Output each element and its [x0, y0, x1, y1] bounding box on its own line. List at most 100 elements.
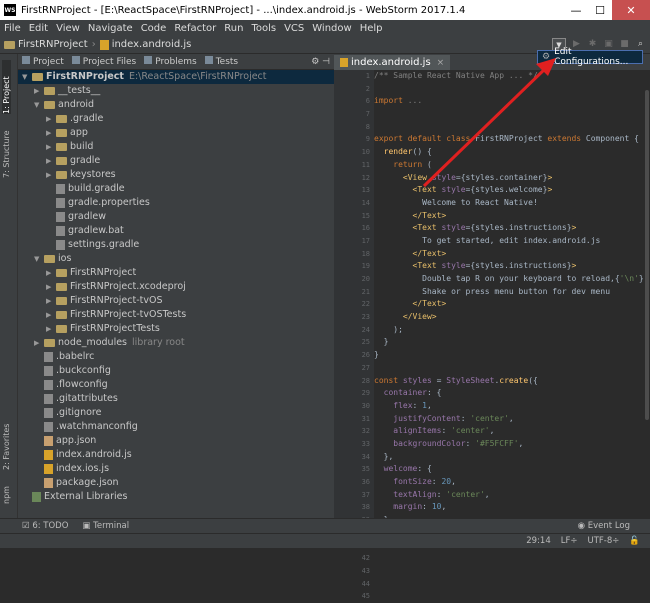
menu-edit[interactable]: Edit [29, 23, 48, 34]
close-tab-icon[interactable]: × [437, 58, 445, 68]
menu-run[interactable]: Run [224, 23, 243, 34]
chevron-down-icon[interactable]: ▼ [34, 252, 44, 266]
menu-navigate[interactable]: Navigate [88, 23, 133, 34]
tree-item-label: settings.gradle [68, 239, 140, 250]
chevron-right-icon[interactable]: ▶ [46, 266, 56, 280]
tree-item[interactable]: gradle.properties [18, 196, 334, 210]
chevron-right-icon[interactable]: ▶ [46, 168, 56, 182]
chevron-down-icon[interactable]: ▼ [22, 70, 32, 84]
tree-item[interactable]: build.gradle [18, 182, 334, 196]
line-number: 22 [361, 300, 370, 309]
menu-help[interactable]: Help [360, 23, 383, 34]
close-button[interactable]: ✕ [612, 0, 650, 20]
tree-item[interactable]: ▶ build [18, 140, 334, 154]
line-number: 16 [361, 224, 370, 233]
tab-structure-tool[interactable]: 7: Structure [2, 124, 11, 178]
tree-item[interactable]: app.json [18, 434, 334, 448]
chevron-right-icon[interactable]: ▶ [46, 126, 56, 140]
tab-npm-tool[interactable]: npm [2, 482, 11, 504]
code-editor[interactable]: /** Sample React Native App ... */ impor… [374, 70, 644, 518]
menu-vcs[interactable]: VCS [284, 23, 304, 34]
menu-tools[interactable]: Tools [251, 23, 276, 34]
tree-item[interactable]: gradlew.bat [18, 224, 334, 238]
tree-item[interactable]: ▶ FirstRNProject [18, 266, 334, 280]
event-log-button[interactable]: ◉ Event Log [578, 521, 630, 531]
editor-tab-index-android[interactable]: index.android.js × [334, 55, 451, 70]
line-number: 45 [361, 592, 370, 601]
minimize-button[interactable]: — [564, 0, 588, 20]
tree-item[interactable]: .buckconfig [18, 364, 334, 378]
menu-code[interactable]: Code [141, 23, 167, 34]
tree-item[interactable]: External Libraries [18, 490, 334, 504]
menu-window[interactable]: Window [312, 23, 351, 34]
chevron-right-icon[interactable]: ▶ [46, 294, 56, 308]
tab-problems[interactable]: Problems [144, 56, 197, 67]
chevron-right-icon[interactable]: ▶ [46, 154, 56, 168]
tree-item[interactable]: ▶ FirstRNProject.xcodeproj [18, 280, 334, 294]
tree-item[interactable]: .gitignore [18, 406, 334, 420]
tree-item[interactable]: ▼ android [18, 98, 334, 112]
tab-project[interactable]: Project [22, 56, 64, 67]
line-number: 17 [361, 236, 370, 245]
chevron-right-icon[interactable]: ▶ [34, 336, 44, 350]
tree-item[interactable]: .gitattributes [18, 392, 334, 406]
breadcrumb-file[interactable]: index.android.js [112, 39, 192, 50]
tree-item[interactable]: ▼ FirstRNProject E:\ReactSpace\FirstRNProj… [18, 70, 334, 84]
line-number: 11 [361, 160, 370, 169]
tree-item[interactable]: .watchmanconfig [18, 420, 334, 434]
settings-gear-icon[interactable]: ⚙ ⊣ [311, 57, 330, 67]
tree-item[interactable]: .babelrc [18, 350, 334, 364]
chevron-right-icon[interactable]: ▶ [46, 308, 56, 322]
line-separator[interactable]: LF÷ [561, 536, 578, 546]
edit-configurations-menu-item[interactable]: ⚙ Edit Configurations... [537, 47, 643, 67]
tab-project-files[interactable]: Project Files [71, 56, 136, 67]
chevron-down-icon[interactable]: ▼ [34, 98, 44, 112]
tree-item[interactable]: ▶ gradle [18, 154, 334, 168]
chevron-right-icon[interactable]: ▶ [46, 322, 56, 336]
chevron-right-icon[interactable]: ▶ [46, 140, 56, 154]
file-encoding[interactable]: UTF-8÷ [588, 536, 620, 546]
menu-refactor[interactable]: Refactor [174, 23, 216, 34]
line-number: 33 [361, 439, 370, 448]
tree-item[interactable]: package.json [18, 476, 334, 490]
tree-item[interactable]: ▶ app [18, 126, 334, 140]
tree-item[interactable]: ▶ node_modules library root [18, 336, 334, 350]
tree-item[interactable]: ▶ FirstRNProject-tvOSTests [18, 308, 334, 322]
menu-file[interactable]: File [4, 23, 21, 34]
chevron-right-icon[interactable]: ▶ [34, 84, 44, 98]
breadcrumb-project[interactable]: FirstRNProject [18, 39, 88, 50]
maximize-button[interactable]: ☐ [588, 0, 612, 20]
folder-icon [56, 310, 67, 319]
file-icon [32, 491, 41, 502]
folder-icon [56, 268, 67, 277]
tree-item[interactable]: gradlew [18, 210, 334, 224]
terminal-tool-button[interactable]: ▣ Terminal [82, 521, 129, 531]
tree-item[interactable]: index.android.js [18, 448, 334, 462]
editor-scrollbar[interactable] [644, 70, 650, 518]
menu-view[interactable]: View [56, 23, 80, 34]
line-number: 23 [361, 313, 370, 322]
tree-item[interactable]: ▶ .gradle [18, 112, 334, 126]
tree-item-label: __tests__ [58, 85, 101, 96]
folder-icon [56, 142, 67, 151]
project-tree: ▼ FirstRNProject E:\ReactSpace\FirstRNProj… [18, 70, 334, 518]
chevron-right-icon[interactable]: ▶ [46, 112, 56, 126]
caret-position[interactable]: 29:14 [526, 536, 551, 546]
chevron-right-icon[interactable]: ▶ [46, 280, 56, 294]
tree-item[interactable]: ▶ keystores [18, 168, 334, 182]
tab-tests[interactable]: Tests [204, 56, 238, 67]
tab-favorites-tool[interactable]: 2: Favorites [2, 414, 11, 470]
tree-item-label: keystores [70, 169, 116, 180]
tree-item[interactable]: index.ios.js [18, 462, 334, 476]
lock-icon[interactable]: 🔓 [629, 536, 640, 546]
tree-item[interactable]: ▶ FirstRNProject-tvOS [18, 294, 334, 308]
scrollbar-thumb[interactable] [645, 90, 649, 420]
tree-item[interactable]: .flowconfig [18, 378, 334, 392]
tree-item[interactable]: ▼ ios [18, 252, 334, 266]
tree-item-label: FirstRNProject [70, 267, 137, 278]
tree-item[interactable]: ▶ __tests__ [18, 84, 334, 98]
tree-item[interactable]: settings.gradle [18, 238, 334, 252]
tree-item[interactable]: ▶ FirstRNProjectTests [18, 322, 334, 336]
tab-project-tool[interactable]: 1: Project [2, 60, 11, 114]
todo-tool-button[interactable]: ☑ 6: TODO [22, 521, 68, 531]
